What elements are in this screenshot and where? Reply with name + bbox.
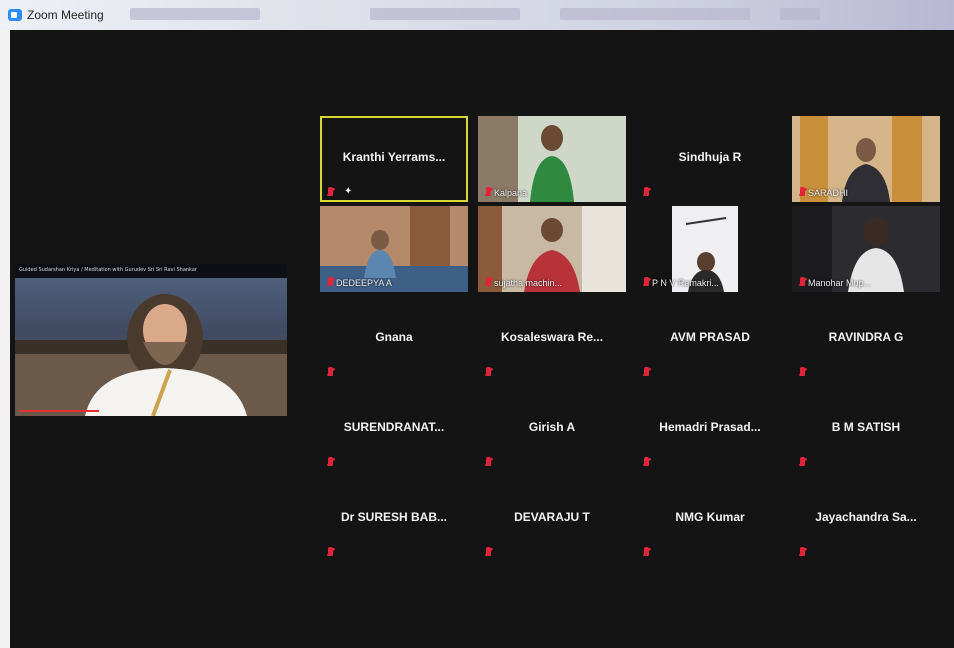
participant-name: Dr SURESH BAB... [340,510,447,524]
participant-name: RAVINDRA G [828,330,904,344]
participant-name: Kranthi Yerrams... [342,150,446,164]
muted-mic-icon [486,277,491,286]
participant-tile[interactable]: DEDEEPYA A [320,206,468,292]
video-progress-bar[interactable] [19,410,99,412]
participant-name: SURENDRANAT... [343,420,445,434]
participant-name: Gnana [375,330,413,344]
taskbar-item[interactable] [780,8,820,20]
participant-name: Manohar Mup... [808,278,872,288]
participant-tile[interactable]: P N V Ramakri... [636,206,784,292]
presenter-image [15,294,287,416]
participant-tile[interactable]: B M SATISH [792,386,940,472]
muted-mic-icon [644,547,649,556]
muted-mic-icon [644,277,649,286]
participant-tile[interactable]: DEVARAJU T [478,476,626,562]
participant-name: sujatha machin... [494,278,563,288]
pin-icon: ✦ [344,186,353,197]
taskbar-item[interactable] [370,8,520,20]
participant-name: DEDEEPYA A [336,278,392,288]
participant-name: Sindhuja R [678,150,742,164]
participant-name: Girish A [528,420,576,434]
muted-mic-icon [328,457,333,466]
muted-mic-icon [644,367,649,376]
muted-mic-icon [644,457,649,466]
participant-name: DEVARAJU T [514,510,590,524]
participant-tile[interactable]: Dr SURESH BAB... [320,476,468,562]
participant-name: B M SATISH [831,420,901,434]
participant-name: P N V Ramakri... [652,278,719,288]
participant-tile[interactable]: RAVINDRA G [792,296,940,382]
participant-tile[interactable]: Gnana [320,296,468,382]
participant-tile[interactable]: sujatha machin... [478,206,626,292]
participant-tile[interactable]: Kranthi Yerrams... ✦ [320,116,468,202]
participant-tile[interactable]: NMG Kumar [636,476,784,562]
shared-video-frame [15,278,287,416]
taskbar-item[interactable] [130,8,260,20]
participant-tile[interactable]: SURENDRANAT... [320,386,468,472]
zoom-logo-icon [8,9,22,21]
participant-name: Hemadri Prasad... [659,420,761,434]
participant-name: SARADHI [808,188,849,198]
participant-name: Jayachandra Sa... [815,510,917,524]
participant-tile[interactable]: Girish A [478,386,626,472]
shared-screen[interactable]: Guided Sudarshan Kriya / Meditation with… [15,264,287,416]
participant-tile[interactable]: Sindhuja R [636,116,784,202]
participant-tile[interactable]: SARADHI [792,116,940,202]
participant-name: Kalpana [494,188,528,198]
muted-mic-icon [328,277,333,286]
muted-mic-icon [328,187,333,196]
muted-mic-icon [800,277,805,286]
muted-mic-icon [486,547,491,556]
muted-mic-icon [486,457,491,466]
participant-name: NMG Kumar [675,510,745,524]
muted-mic-icon [644,187,649,196]
participant-tile[interactable]: Hemadri Prasad... [636,386,784,472]
participant-tile[interactable]: Kosaleswara Re... [478,296,626,382]
participant-tile[interactable]: Kalpana [478,116,626,202]
window-titlebar: Zoom Meeting [0,0,954,30]
window-title: Zoom Meeting [27,8,104,22]
muted-mic-icon [800,187,805,196]
muted-mic-icon [800,547,805,556]
taskbar-item[interactable] [560,8,750,20]
participant-name: AVM PRASAD [670,330,750,344]
muted-mic-icon [328,367,333,376]
participant-tile[interactable]: Jayachandra Sa... [792,476,940,562]
muted-mic-icon [328,547,333,556]
participant-tile[interactable]: AVM PRASAD [636,296,784,382]
participant-tile[interactable]: Manohar Mup... [792,206,940,292]
muted-mic-icon [800,367,805,376]
share-toolbar: Guided Sudarshan Kriya / Meditation with… [15,264,287,278]
muted-mic-icon [800,457,805,466]
muted-mic-icon [486,187,491,196]
shared-video-title: Guided Sudarshan Kriya / Meditation with… [19,267,197,273]
participant-name: Kosaleswara Re... [500,330,604,344]
muted-mic-icon [486,367,491,376]
